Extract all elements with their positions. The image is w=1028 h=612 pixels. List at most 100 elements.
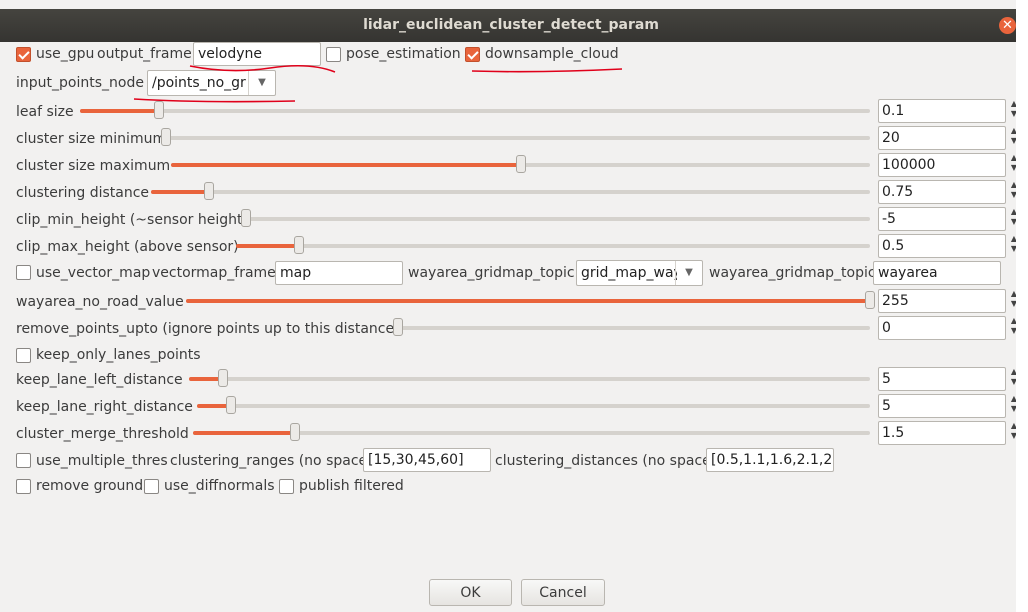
slider-track[interactable] [236, 236, 870, 254]
keep-only-lanes-points-checkbox[interactable] [16, 348, 31, 363]
downsample-cloud-label: downsample_cloud [485, 46, 619, 62]
slider-row: cluster size maximum 100000 ▲ ▼ [0, 153, 1022, 180]
background-window-edge [1016, 0, 1028, 612]
use-vector-map-label: use_vector_map [36, 265, 151, 281]
slider-row: cluster size minimum 20 ▲ ▼ [0, 126, 1022, 153]
row-keep-only-lanes: keep_only_lanes_points [0, 343, 1022, 370]
param-dialog: lidar_euclidean_cluster_detect_param ✕ u… [0, 0, 1023, 612]
slider-handle[interactable] [294, 236, 304, 254]
row-vector-map: use_vector_map vectormap_frame map wayar… [0, 260, 1022, 287]
dialog-titlebar: lidar_euclidean_cluster_detect_param ✕ [0, 9, 1022, 42]
slider-handle[interactable] [241, 209, 251, 227]
chevron-down-icon[interactable]: ▼ [675, 261, 702, 285]
slider-track[interactable] [161, 128, 870, 146]
use-diffnormals-checkbox[interactable] [144, 479, 159, 494]
slider-value-input[interactable]: 100000 [878, 153, 1006, 177]
slider-label: remove_points_upto (ignore points up to … [16, 321, 400, 337]
slider-value-input[interactable]: 0.1 [878, 99, 1006, 123]
vectormap-frame-input[interactable]: map [275, 261, 403, 285]
slider-label: cluster size maximum [16, 158, 171, 174]
slider-label: clip_max_height (above sensor) [16, 239, 239, 255]
pose-estimation-checkbox[interactable] [326, 47, 341, 62]
slider-label: keep_lane_left_distance [16, 372, 183, 388]
use-gpu-label: use_gpu [36, 46, 95, 62]
slider-value-input[interactable]: 5 [878, 394, 1006, 418]
slider-value-input[interactable]: -5 [878, 207, 1006, 231]
slider-fill [193, 431, 295, 435]
slider-value-input[interactable]: 255 [878, 289, 1006, 313]
remove-ground-label: remove ground [36, 478, 144, 494]
slider-track[interactable] [171, 155, 870, 173]
slider-row: clip_min_height (~sensor height) -5 ▲ ▼ [0, 207, 1022, 234]
slider-value-input[interactable]: 0.5 [878, 234, 1006, 258]
row-ground-options: remove ground use_diffnormals publish fi… [0, 474, 1022, 501]
ok-button[interactable]: OK [429, 579, 512, 606]
clustering-distances-input[interactable]: [0.5,1.1,1.6,2.1,2.6 [706, 448, 834, 472]
slider-track[interactable] [193, 423, 870, 441]
slider-fill [171, 163, 521, 167]
slider-track[interactable] [80, 101, 870, 119]
chevron-down-icon[interactable]: ▼ [248, 71, 275, 95]
wayarea-gridmap-topic-label: wayarea_gridmap_topic [408, 265, 575, 281]
slider-handle[interactable] [204, 182, 214, 200]
cancel-button[interactable]: Cancel [521, 579, 605, 606]
slider-row: cluster_merge_threshold 1.5 ▲ ▼ [0, 421, 1022, 448]
slider-track[interactable] [189, 369, 870, 387]
use-gpu-checkbox[interactable] [16, 47, 31, 62]
remove-ground-checkbox[interactable] [16, 479, 31, 494]
slider-track[interactable] [241, 209, 870, 227]
use-multiple-thres-checkbox[interactable] [16, 453, 31, 468]
wayarea-gridmap-topic-combo[interactable]: grid_map_way ▼ [576, 260, 703, 286]
clustering-ranges-input[interactable]: [15,30,45,60] [363, 448, 491, 472]
downsample-cloud-checkbox[interactable] [465, 47, 480, 62]
output-frame-label: output_frame [97, 46, 192, 62]
slider-row: leaf size 0.1 ▲ ▼ [0, 99, 1022, 126]
slider-fill [236, 244, 299, 248]
slider-label: keep_lane_right_distance [16, 399, 193, 415]
slider-track[interactable] [151, 182, 870, 200]
vectormap-frame-label: vectormap_frame [152, 265, 276, 281]
wayarea-gridmap-topic-input[interactable]: wayarea [873, 261, 1001, 285]
keep-only-lanes-points-label: keep_only_lanes_points [36, 347, 201, 363]
wayarea-gridmap-topic-combo-value: grid_map_way [581, 265, 677, 281]
slider-fill [151, 190, 209, 194]
slider-track[interactable] [186, 291, 875, 309]
slider-track[interactable] [393, 318, 870, 336]
input-points-node-combo[interactable]: /points_no_gr ▼ [147, 70, 276, 96]
slider-label: leaf size [16, 104, 74, 120]
slider-value-input[interactable]: 1.5 [878, 421, 1006, 445]
row-gpu-frame: use_gpu output_frame velodyne pose_estim… [0, 42, 1022, 69]
slider-value-input[interactable]: 0.75 [878, 180, 1006, 204]
slider-track[interactable] [197, 396, 870, 414]
slider-handle[interactable] [154, 101, 164, 119]
slider-handle[interactable] [218, 369, 228, 387]
use-multiple-thres-label: use_multiple_thres [36, 453, 168, 469]
slider-handle[interactable] [161, 128, 171, 146]
output-frame-input[interactable]: velodyne [193, 42, 321, 66]
slider-handle[interactable] [226, 396, 236, 414]
use-diffnormals-label: use_diffnormals [164, 478, 275, 494]
slider-label: clustering distance [16, 185, 150, 201]
slider-handle[interactable] [290, 423, 300, 441]
slider-value-input[interactable]: 5 [878, 367, 1006, 391]
slider-row: remove_points_upto (ignore points up to … [0, 316, 1022, 343]
dialog-title: lidar_euclidean_cluster_detect_param [363, 17, 659, 33]
slider-fill [80, 109, 159, 113]
input-points-node-label: input_points_node [16, 75, 144, 91]
row-input-points: input_points_node /points_no_gr ▼ [0, 70, 1022, 97]
slider-row: keep_lane_right_distance 5 ▲ ▼ [0, 394, 1022, 421]
slider-value-input[interactable]: 20 [878, 126, 1006, 150]
slider-value-input[interactable]: 0 [878, 316, 1006, 340]
pose-estimation-label: pose_estimation [346, 46, 461, 62]
slider-handle[interactable] [393, 318, 403, 336]
slider-handle[interactable] [516, 155, 526, 173]
slider-row: wayarea_no_road_value 255 ▲ ▼ [0, 289, 1022, 316]
slider-label: clip_min_height (~sensor height) [16, 212, 248, 228]
dialog-content: use_gpu output_frame velodyne pose_estim… [0, 42, 1022, 612]
publish-filtered-label: publish filtered [299, 478, 404, 494]
input-points-node-value: /points_no_gr [152, 75, 246, 91]
publish-filtered-checkbox[interactable] [279, 479, 294, 494]
close-icon[interactable]: ✕ [999, 17, 1016, 34]
slider-handle[interactable] [865, 291, 875, 309]
use-vector-map-checkbox[interactable] [16, 265, 31, 280]
